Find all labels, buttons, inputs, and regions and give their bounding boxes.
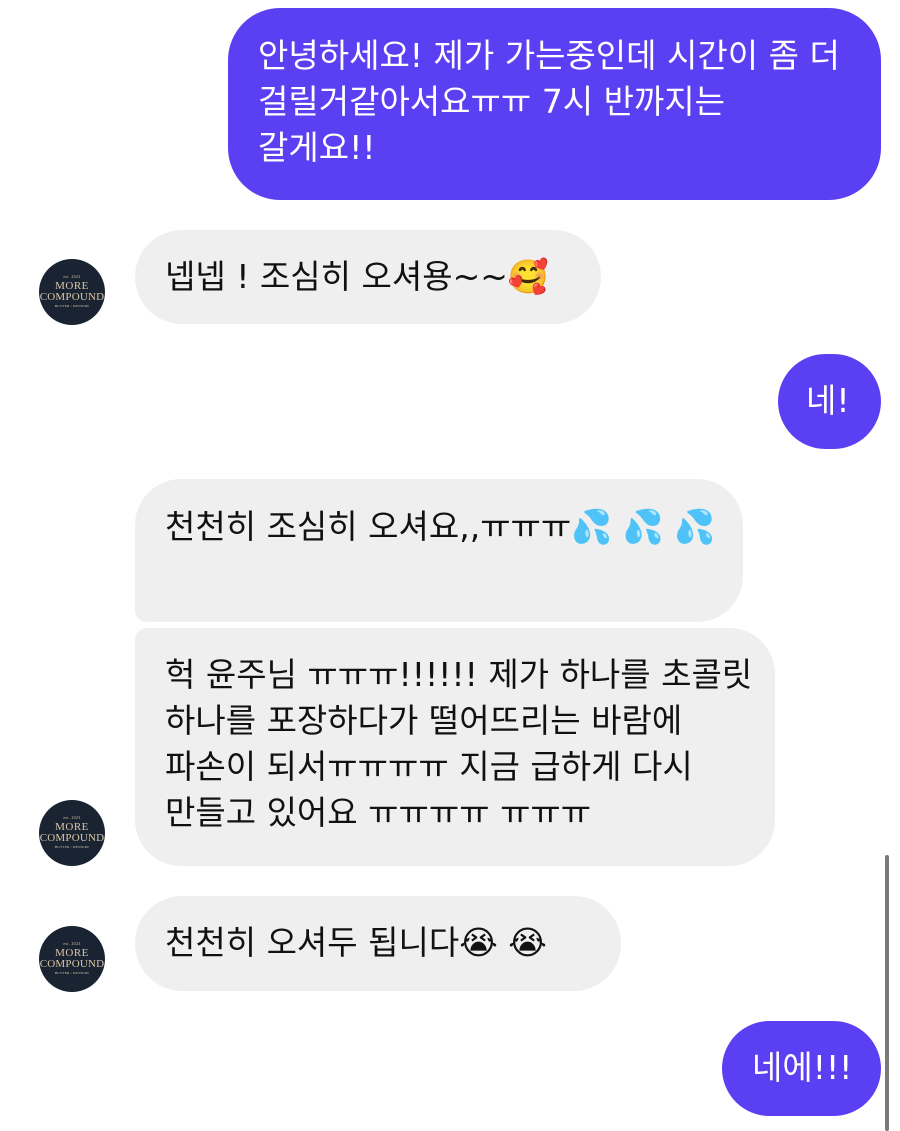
message-bubble-sent[interactable]: 안녕하세요! 제가 가는중인데 시간이 좀 더 걸릴거같아서요ㅠㅠ 7시 반까지…: [228, 8, 881, 200]
message-bubble-received[interactable]: 천천히 조심히 오셔요,,ㅠㅠㅠ💦 💦 💦: [135, 479, 743, 622]
shop-avatar[interactable]: est. 2023 MORE COMPOUND BUTTER / DESSERT: [39, 259, 105, 325]
shop-avatar[interactable]: est. 2023 MORE COMPOUND BUTTER / DESSERT: [39, 800, 105, 866]
avatar-logo-line2: COMPOUND: [39, 958, 105, 971]
avatar-sub-text: BUTTER / DESSERT: [54, 845, 90, 850]
avatar-logo-line2: COMPOUND: [39, 291, 105, 304]
message-bubble-sent[interactable]: 네!: [778, 354, 881, 449]
avatar-sub-text: BUTTER / DESSERT: [54, 971, 90, 976]
avatar-logo-line2: COMPOUND: [39, 832, 105, 845]
avatar-est-text: est. 2023: [63, 274, 81, 280]
avatar-est-text: est. 2023: [63, 815, 81, 821]
scrollbar-thumb[interactable]: [885, 855, 889, 1131]
shop-avatar[interactable]: est. 2023 MORE COMPOUND BUTTER / DESSERT: [39, 926, 105, 992]
avatar-sub-text: BUTTER / DESSERT: [54, 304, 90, 309]
message-bubble-sent[interactable]: 네에!!!: [722, 1021, 881, 1116]
message-bubble-received[interactable]: 헉 윤주님 ㅠㅠㅠ!!!!!! 제가 하나를 초콜릿 하나를 포장하다가 떨어뜨…: [135, 628, 775, 866]
avatar-est-text: est. 2023: [63, 941, 81, 947]
message-bubble-received[interactable]: 천천히 오셔두 됩니다😭 😭: [135, 896, 621, 991]
message-bubble-received[interactable]: 넵넵 ! 조심히 오셔용~~🥰: [135, 230, 601, 324]
